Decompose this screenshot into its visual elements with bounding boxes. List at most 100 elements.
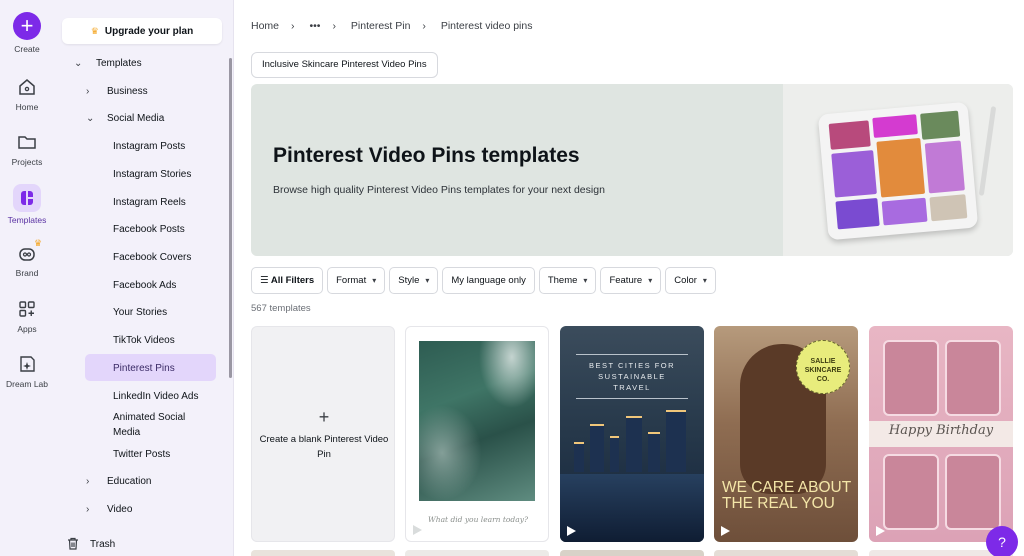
apps-icon — [19, 301, 35, 317]
rail-brand-label: Brand — [15, 268, 39, 278]
breadcrumb-home[interactable]: Home — [251, 20, 279, 32]
sidebar-item-animated-social-media[interactable]: Media — [113, 427, 140, 438]
related-search-chip[interactable]: Inclusive Skincare Pinterest Video Pins — [251, 52, 438, 78]
next-row-card[interactable] — [405, 550, 549, 556]
format-filter[interactable]: Format ▾ — [327, 267, 386, 294]
rail-templates-label: Templates — [7, 215, 47, 225]
template-card-skincare[interactable]: SALLIE SKINCARE CO. WE CARE ABOUT THE REAL … — [714, 326, 858, 542]
ocean-caption: What did you learn today? — [428, 515, 528, 524]
all-filters-button[interactable]: ☰ All Filters — [251, 267, 324, 294]
divider — [576, 354, 688, 355]
rail-home[interactable]: Home — [0, 76, 54, 112]
photo-frame — [883, 340, 939, 416]
tree-business[interactable]: Business — [107, 86, 148, 97]
template-card-ocean[interactable]: What did you learn today? — [405, 326, 549, 542]
plus-icon: + — [13, 12, 41, 40]
breadcrumb-pinterest-pin[interactable]: Pinterest Pin — [351, 20, 411, 32]
city-line2: SUSTAINABLE — [598, 372, 666, 381]
sidebar-item-instagram-stories[interactable]: Instagram Stories — [113, 169, 191, 180]
sidebar-item-facebook-posts[interactable]: Facebook Posts — [113, 224, 185, 235]
rail-home-label: Home — [15, 102, 39, 112]
chevron-right-icon: › — [291, 20, 295, 32]
chevron-right-icon[interactable]: › — [86, 504, 89, 515]
home-icon — [19, 79, 35, 95]
tree-social-media[interactable]: Social Media — [107, 113, 164, 124]
crown-icon: ♛ — [90, 26, 99, 36]
sidebar-item-tiktok-videos[interactable]: TikTok Videos — [113, 335, 175, 346]
rail-apps-label: Apps — [17, 324, 37, 334]
chevron-down-icon[interactable]: ⌄ — [86, 113, 94, 124]
rail-create[interactable]: + Create — [0, 12, 54, 54]
sidebar-item-pinterest-pins[interactable]: Pinterest Pins — [113, 363, 175, 374]
template-card-city[interactable]: BEST CITIES FOR SUSTAINABLE TRAVEL — [560, 326, 704, 542]
play-icon — [721, 526, 730, 536]
rail-templates[interactable]: Templates — [0, 184, 54, 225]
sidebar-item-your-stories[interactable]: Your Stories — [113, 307, 167, 318]
folder-icon — [18, 136, 36, 149]
feature-label: Feature — [609, 275, 643, 286]
building — [574, 442, 584, 472]
format-label: Format — [336, 275, 367, 286]
sidebar-item-twitter-posts[interactable]: Twitter Posts — [113, 449, 170, 460]
feature-filter[interactable]: Feature ▾ — [600, 267, 662, 294]
skincare-slogan: WE CARE ABOUT THE REAL YOU — [722, 480, 851, 512]
help-button[interactable]: ? — [986, 526, 1018, 556]
templates-icon — [13, 184, 41, 212]
language-label: My language only — [451, 275, 526, 286]
sidebar-item-animated-social[interactable]: Animated Social — [113, 412, 185, 423]
chevron-down-icon: ▾ — [425, 276, 430, 285]
style-filter[interactable]: Style ▾ — [389, 267, 439, 294]
rail-projects[interactable]: Projects — [0, 131, 54, 167]
chevron-right-icon: › — [422, 20, 426, 32]
next-row-card[interactable] — [714, 550, 858, 556]
create-blank-line1: Create a blank Pinterest Video — [259, 434, 389, 445]
dreamlab-icon — [20, 356, 35, 372]
upgrade-label: Upgrade your plan — [104, 26, 194, 37]
rail-dreamlab-label: Dream Lab — [5, 379, 49, 389]
wave-foam — [419, 341, 535, 501]
play-icon — [876, 526, 885, 536]
brand-badge: SALLIE SKINCARE CO. — [796, 340, 850, 394]
sidebar-item-facebook-covers[interactable]: Facebook Covers — [113, 252, 191, 263]
breadcrumb-more[interactable]: ••• — [309, 20, 320, 32]
hero-banner: Pinterest Video Pins templates Browse hi… — [251, 84, 1013, 256]
templates-sidebar: ♛ Upgrade your plan ⌄ Templates › Busines… — [54, 0, 234, 556]
next-row-card[interactable] — [560, 550, 704, 556]
create-blank-label: Create a blank Pinterest Video Pin — [252, 432, 394, 462]
tree-education[interactable]: Education — [107, 476, 151, 487]
photo-frame — [945, 454, 1001, 530]
tablet-illustration — [817, 101, 979, 241]
sidebar-trash[interactable]: Trash — [90, 539, 115, 550]
next-row-card[interactable] — [251, 550, 395, 556]
chevron-down-icon[interactable]: ⌄ — [74, 58, 82, 69]
sidebar-item-facebook-ads[interactable]: Facebook Ads — [113, 280, 176, 291]
city-title: BEST CITIES FOR SUSTAINABLE TRAVEL — [560, 360, 704, 393]
rail-dreamlab[interactable]: Dream Lab — [0, 353, 54, 389]
rail-apps[interactable]: Apps — [0, 298, 54, 334]
language-filter[interactable]: My language only — [442, 267, 535, 294]
sidebar-item-instagram-posts[interactable]: Instagram Posts — [113, 141, 185, 152]
building — [590, 424, 604, 472]
sidebar-item-linkedin-video-ads[interactable]: LinkedIn Video Ads — [113, 391, 198, 402]
birthday-greeting: Happy Birthday — [888, 423, 994, 438]
photo-frame — [945, 340, 1001, 416]
tree-video[interactable]: Video — [107, 504, 132, 515]
sidebar-item-instagram-reels[interactable]: Instagram Reels — [113, 197, 186, 208]
chevron-right-icon[interactable]: › — [86, 476, 89, 487]
building — [666, 410, 686, 472]
theme-filter[interactable]: Theme ▾ — [538, 267, 597, 294]
all-filters-label: All Filters — [270, 275, 315, 286]
template-card-birthday[interactable]: Happy Birthday — [869, 326, 1013, 542]
play-icon — [413, 525, 422, 535]
photo-frame — [883, 454, 939, 530]
create-blank-card[interactable]: + Create a blank Pinterest Video Pin — [251, 326, 395, 542]
plus-icon: + — [318, 407, 330, 427]
sidebar-scrollbar[interactable] — [229, 58, 232, 378]
rail-projects-label: Projects — [11, 157, 43, 167]
color-filter[interactable]: Color ▾ — [665, 267, 716, 294]
filter-bar: ☰ All Filters Format ▾ Style ▾ My language on… — [251, 267, 720, 294]
tree-templates[interactable]: Templates — [96, 58, 142, 69]
rail-brand[interactable]: ♛ Brand — [0, 238, 54, 278]
chevron-right-icon[interactable]: › — [86, 86, 89, 97]
upgrade-plan-button[interactable]: ♛ Upgrade your plan — [62, 18, 222, 44]
